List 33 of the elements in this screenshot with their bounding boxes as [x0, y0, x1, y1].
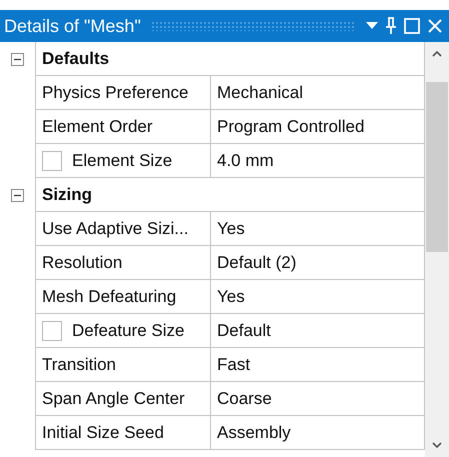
property-name: Transition [42, 354, 116, 374]
property-name: Initial Size Seed [42, 422, 164, 442]
checkbox[interactable] [42, 150, 62, 170]
property-value: Assembly [217, 422, 291, 442]
property-value: Default (2) [217, 252, 296, 272]
property-value: Yes [217, 218, 245, 238]
property-value: Yes [217, 286, 245, 306]
property-name: Span Angle Center [42, 388, 185, 408]
property-value: 4.0 mm [217, 150, 274, 170]
property-value: Mechanical [217, 82, 303, 102]
property-name: Defeature Size [72, 320, 184, 340]
collapse-icon[interactable] [11, 52, 24, 66]
property-name: Element Order [42, 116, 153, 136]
maximize-icon[interactable] [404, 18, 420, 34]
property-value: Coarse [217, 388, 272, 408]
group-header: Sizing [35, 178, 425, 212]
property-value: Default [217, 320, 271, 340]
property-name: Element Size [72, 150, 172, 170]
property-value: Program Controlled [217, 116, 364, 136]
scrollbar-thumb[interactable] [426, 82, 448, 252]
group-header: Defaults [35, 42, 425, 76]
dropdown-icon[interactable] [366, 22, 378, 30]
property-name: Mesh Defeaturing [42, 286, 176, 306]
checkbox[interactable] [42, 320, 62, 340]
property-name: Physics Preference [42, 82, 188, 102]
close-icon[interactable] [427, 18, 443, 34]
property-name: Resolution [42, 252, 122, 272]
pin-icon[interactable] [385, 17, 397, 35]
collapse-icon[interactable] [11, 188, 24, 202]
property-name: Use Adaptive Sizi... [42, 218, 188, 238]
scrollbar[interactable] [425, 42, 449, 457]
panel-title: Details of "Mesh" [4, 16, 141, 36]
property-value: Fast [217, 354, 250, 374]
